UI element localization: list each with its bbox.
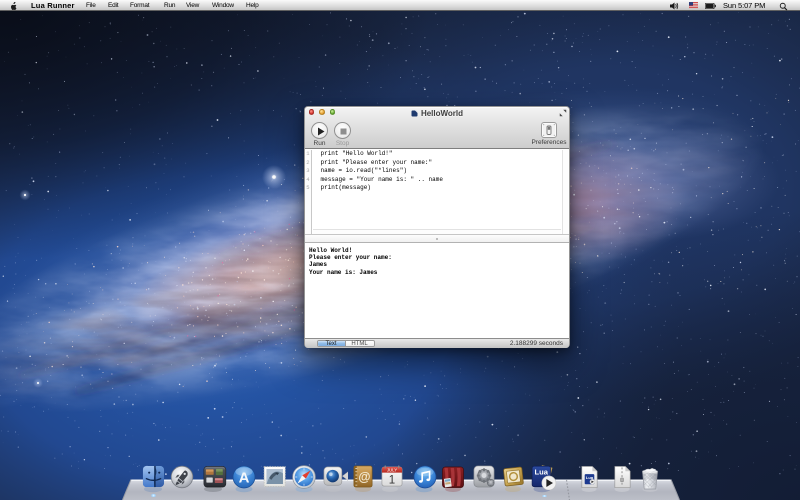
svg-text:JULY: JULY (387, 468, 397, 473)
svg-text:A: A (239, 470, 250, 487)
svg-text:Lua: Lua (535, 467, 549, 476)
svg-text:1: 1 (389, 475, 395, 487)
svg-text:@: @ (358, 470, 370, 484)
